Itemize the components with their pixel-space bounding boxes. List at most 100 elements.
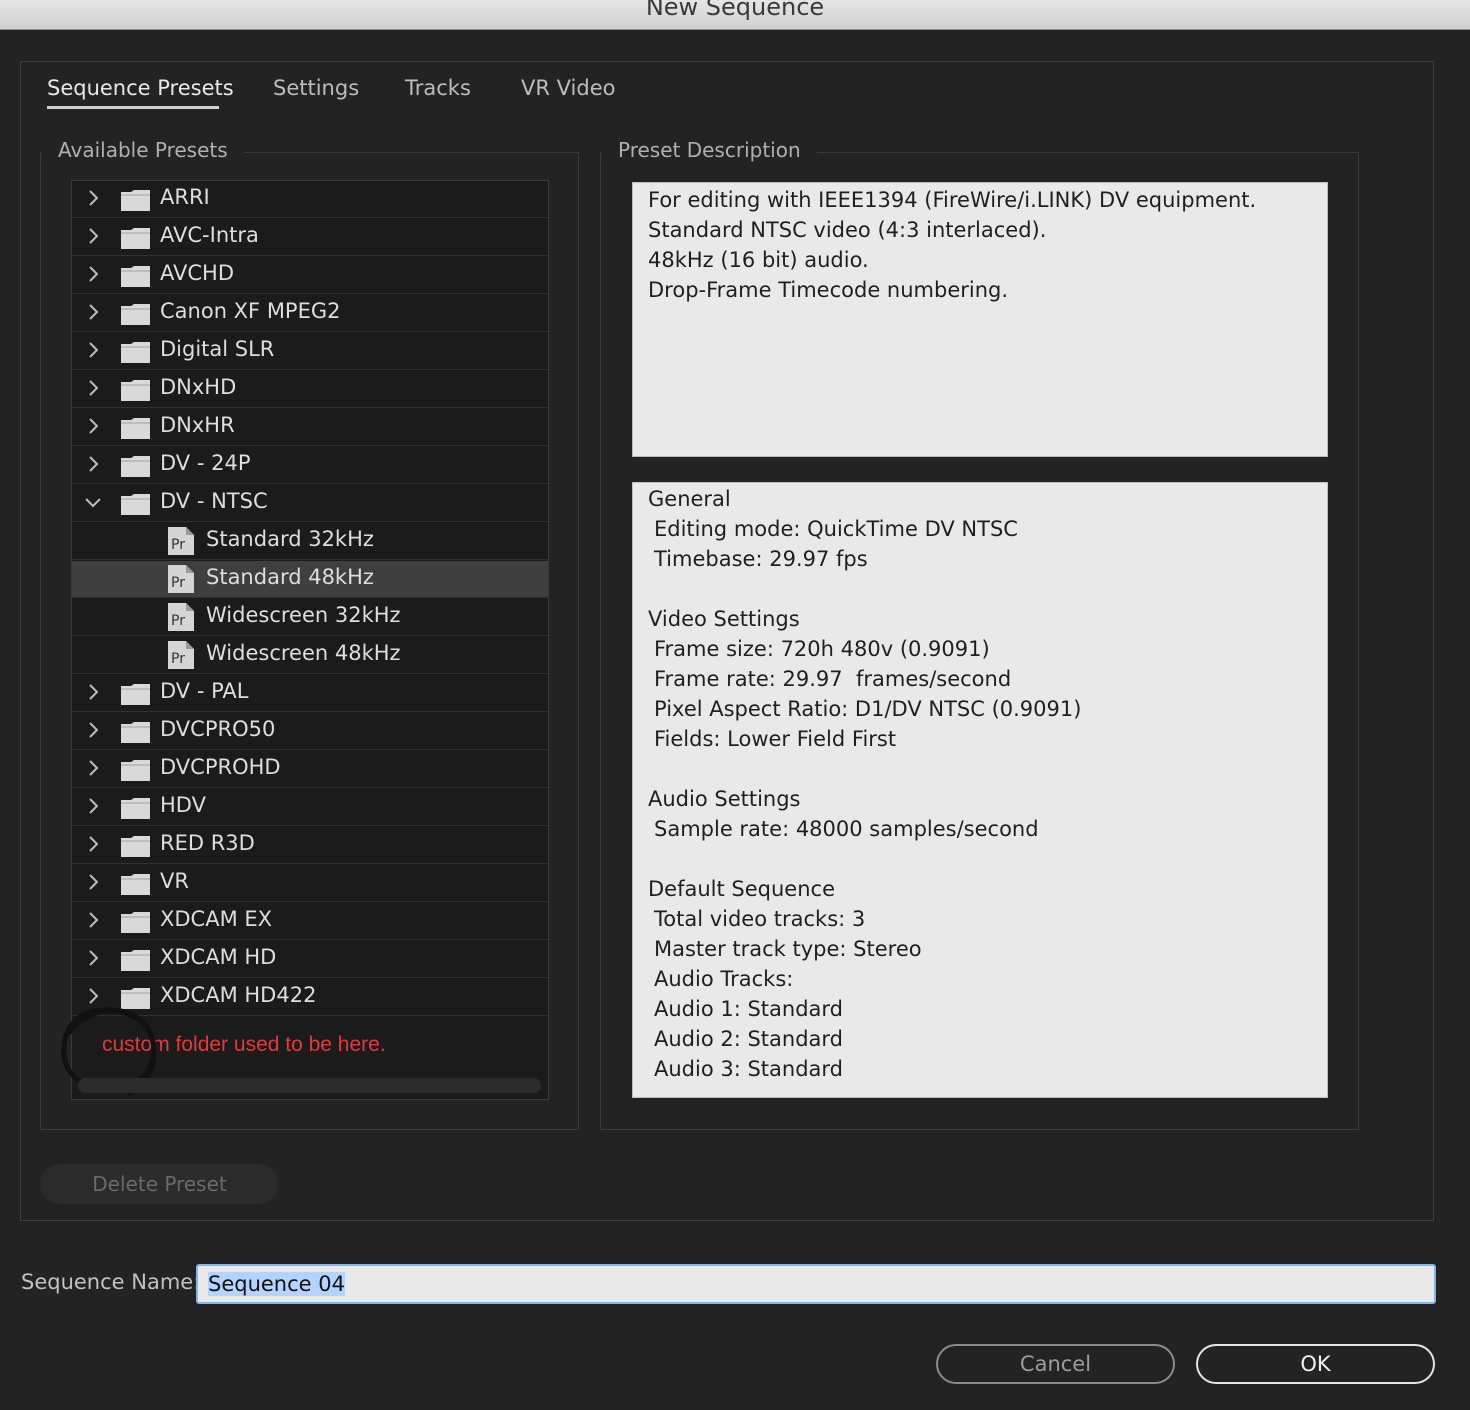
preset-folder-row[interactable]: DNxHD xyxy=(72,371,548,408)
folder-icon xyxy=(121,418,150,439)
svg-text:Pr: Pr xyxy=(171,537,185,553)
preset-label: Digital SLR xyxy=(160,337,275,361)
preset-folder-row[interactable]: Canon XF MPEG2 xyxy=(72,295,548,332)
preset-label: HDV xyxy=(160,793,206,817)
folder-icon xyxy=(121,266,150,287)
chevron-right-icon[interactable] xyxy=(82,909,104,931)
premiere-preset-icon: Pr xyxy=(168,641,194,669)
folder-icon xyxy=(121,456,150,477)
preset-folder-row[interactable]: RED R3D xyxy=(72,827,548,864)
preset-label: ARRI xyxy=(160,185,210,209)
description-text-box: For editing with IEEE1394 (FireWire/i.LI… xyxy=(632,182,1328,457)
folder-icon xyxy=(121,684,150,705)
preset-item-row[interactable]: Pr Standard 32kHz xyxy=(72,523,548,560)
preset-label: XDCAM EX xyxy=(160,907,273,931)
chevron-right-icon[interactable] xyxy=(82,301,104,323)
presets-tree[interactable]: ARRI AVC-Intra AVCHD Canon XF MPEG2 Digital … xyxy=(71,180,549,1100)
chevron-right-icon[interactable] xyxy=(82,187,104,209)
setting-detail-line: Master track type: Stereo xyxy=(654,937,922,961)
chevron-right-icon[interactable] xyxy=(82,833,104,855)
sequence-name-input[interactable]: Sequence 04 xyxy=(196,1264,1436,1304)
tab-vr-video[interactable]: VR Video xyxy=(521,76,615,100)
preset-folder-row[interactable]: HDV xyxy=(72,789,548,826)
description-line: 48kHz (16 bit) audio. xyxy=(648,248,869,272)
svg-text:Pr: Pr xyxy=(171,651,185,667)
preset-label: RED R3D xyxy=(160,831,255,855)
tab-sequence-presets[interactable]: Sequence Presets xyxy=(47,76,234,100)
cancel-button[interactable]: Cancel xyxy=(936,1344,1175,1384)
chevron-down-icon[interactable] xyxy=(82,491,104,513)
preset-label: Canon XF MPEG2 xyxy=(160,299,341,323)
delete-preset-button[interactable]: Delete Preset xyxy=(40,1164,279,1204)
setting-section-heading xyxy=(648,574,1312,604)
preset-folder-row[interactable]: XDCAM HD xyxy=(72,941,548,978)
folder-icon xyxy=(121,950,150,971)
tab-settings[interactable]: Settings xyxy=(273,76,359,100)
preset-folder-row[interactable]: AVC-Intra xyxy=(72,219,548,256)
preset-folder-row[interactable]: VR xyxy=(72,865,548,902)
preset-folder-row[interactable]: DV - NTSC xyxy=(72,485,548,522)
chevron-right-icon[interactable] xyxy=(82,377,104,399)
preset-description-legend: Preset Description xyxy=(602,138,817,162)
setting-detail-line: Fields: Lower Field First xyxy=(654,727,897,751)
chevron-right-icon[interactable] xyxy=(82,681,104,703)
preset-label: VR xyxy=(160,869,189,893)
chevron-right-icon[interactable] xyxy=(82,453,104,475)
folder-icon xyxy=(121,912,150,933)
preset-label: Widescreen 48kHz xyxy=(206,641,401,665)
chevron-right-icon[interactable] xyxy=(82,339,104,361)
folder-icon xyxy=(121,798,150,819)
preset-folder-row[interactable]: DVCPROHD xyxy=(72,751,548,788)
preset-item-row[interactable]: Pr Standard 48kHz xyxy=(72,561,548,598)
chevron-right-icon[interactable] xyxy=(82,947,104,969)
setting-detail-line: Audio 3: Standard xyxy=(654,1057,844,1081)
chevron-right-icon[interactable] xyxy=(82,719,104,741)
preset-label: XDCAM HD xyxy=(160,945,277,969)
chevron-right-icon[interactable] xyxy=(82,225,104,247)
setting-detail-line: Timebase: 29.97 fps xyxy=(654,547,868,571)
title-bar: New Sequence xyxy=(0,0,1470,30)
folder-icon xyxy=(121,228,150,249)
preset-label: Standard 48kHz xyxy=(206,565,374,589)
preset-label: XDCAM HD422 xyxy=(160,983,317,1007)
preset-folder-row[interactable]: ARRI xyxy=(72,181,548,218)
sequence-name-label: Sequence Name: xyxy=(21,1270,201,1294)
setting-detail-line: Pixel Aspect Ratio: D1/DV NTSC (0.9091) xyxy=(654,697,1082,721)
preset-folder-row[interactable]: DV - PAL xyxy=(72,675,548,712)
chevron-right-icon[interactable] xyxy=(82,263,104,285)
preset-label: Widescreen 32kHz xyxy=(206,603,401,627)
chevron-right-icon[interactable] xyxy=(82,757,104,779)
setting-detail-line: Audio 1: Standard xyxy=(654,997,844,1021)
preset-folder-row[interactable]: XDCAM EX xyxy=(72,903,548,940)
preset-label: DV - 24P xyxy=(160,451,251,475)
preset-folder-row[interactable]: DVCPRO50 xyxy=(72,713,548,750)
chevron-right-icon[interactable] xyxy=(82,795,104,817)
folder-icon xyxy=(121,380,150,401)
preset-item-row[interactable]: Pr Widescreen 48kHz xyxy=(72,637,548,674)
preset-label: DVCPROHD xyxy=(160,755,281,779)
preset-label: DNxHR xyxy=(160,413,235,437)
preset-folder-row[interactable]: DNxHR xyxy=(72,409,548,446)
preset-label: AVC-Intra xyxy=(160,223,259,247)
preset-folder-row[interactable]: AVCHD xyxy=(72,257,548,294)
chevron-right-icon[interactable] xyxy=(82,871,104,893)
window-title: New Sequence xyxy=(645,0,825,21)
folder-icon xyxy=(121,722,150,743)
preset-folder-row[interactable]: Digital SLR xyxy=(72,333,548,370)
description-line: Standard NTSC video (4:3 interlaced). xyxy=(648,218,1047,242)
folder-icon xyxy=(121,190,150,211)
preset-label: DVCPRO50 xyxy=(160,717,276,741)
settings-summary-box: General Editing mode: QuickTime DV NTSC Ti… xyxy=(632,482,1328,1098)
preset-item-row[interactable]: Pr Widescreen 32kHz xyxy=(72,599,548,636)
setting-detail-line: Editing mode: QuickTime DV NTSC xyxy=(654,517,1018,541)
folder-icon xyxy=(121,494,150,515)
chevron-right-icon[interactable] xyxy=(82,415,104,437)
setting-section-heading xyxy=(648,844,1312,874)
tab-tracks[interactable]: Tracks xyxy=(405,76,471,100)
ok-button[interactable]: OK xyxy=(1196,1344,1435,1384)
setting-section-heading: Video Settings xyxy=(648,607,800,631)
tree-horizontal-scrollbar[interactable] xyxy=(78,1078,541,1093)
folder-icon xyxy=(121,760,150,781)
preset-folder-row[interactable]: DV - 24P xyxy=(72,447,548,484)
setting-detail-line: Total video tracks: 3 xyxy=(654,907,866,931)
